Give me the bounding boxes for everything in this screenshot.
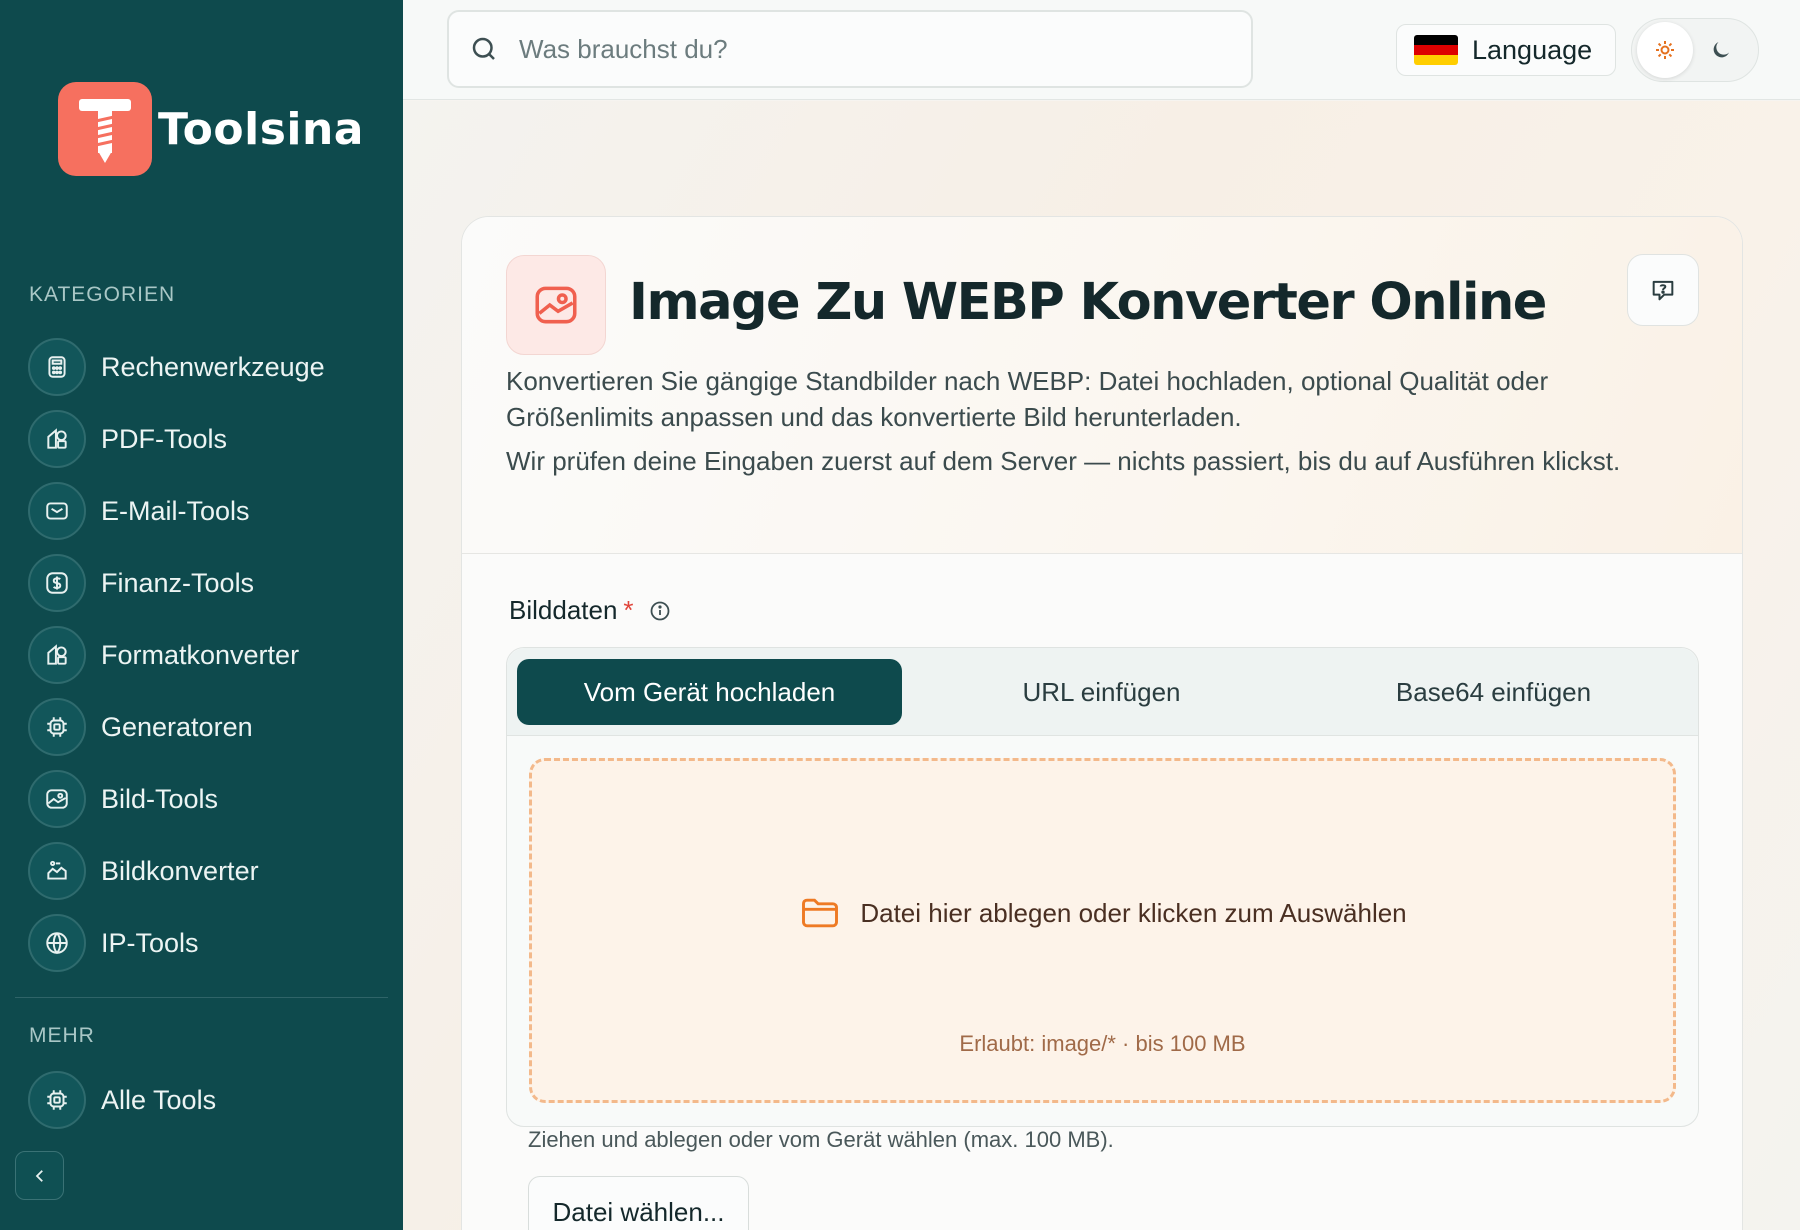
moon-icon bbox=[1713, 42, 1729, 58]
more-nav: Alle Tools bbox=[28, 1064, 388, 1136]
tool-header: Image Zu WEBP Konverter Online Konvertie… bbox=[462, 217, 1742, 554]
sidebar-item-bild-tools[interactable]: Bild-Tools bbox=[28, 763, 388, 835]
toolsina-logo-icon bbox=[58, 82, 152, 176]
input-source-panel: Vom Gerät hochladen URL einfügen Base64 … bbox=[506, 647, 1699, 1127]
image-icon bbox=[506, 255, 606, 355]
cpu-icon bbox=[28, 698, 86, 756]
dark-mode-button[interactable] bbox=[1693, 22, 1749, 78]
language-label: Language bbox=[1472, 34, 1593, 65]
shapes-icon bbox=[28, 410, 86, 468]
sun-icon bbox=[1656, 41, 1674, 59]
dollar-icon bbox=[28, 554, 86, 612]
server-note: Wir prüfen deine Eingaben zuerst auf dem… bbox=[506, 446, 1621, 476]
search-icon bbox=[472, 37, 495, 60]
sidebar-item-rechenwerkzeuge[interactable]: Rechenwerkzeuge bbox=[28, 331, 388, 403]
sidebar-item-label: PDF-Tools bbox=[101, 423, 228, 454]
shapes-icon bbox=[28, 626, 86, 684]
sidebar-item-label: Alle Tools bbox=[101, 1084, 217, 1115]
brand-name: Toolsina bbox=[158, 103, 364, 155]
globe-icon bbox=[28, 914, 86, 972]
file-dropzone[interactable]: Datei hier ablegen oder klicken zum Ausw… bbox=[529, 758, 1676, 1103]
search-box[interactable] bbox=[447, 10, 1253, 88]
sidebar-item-label: Formatkonverter bbox=[101, 639, 300, 670]
sidebar-item-alle-tools[interactable]: Alle Tools bbox=[28, 1064, 388, 1136]
dropzone-allowed: Erlaubt: image/* · bis 100 MB bbox=[959, 1031, 1246, 1056]
categories-heading: KATEGORIEN bbox=[29, 283, 176, 306]
sidebar-item-label: Bildkonverter bbox=[101, 855, 259, 886]
sidebar-item-bildkonverter[interactable]: Bildkonverter bbox=[28, 835, 388, 907]
sidebar-item-ip-tools[interactable]: IP-Tools bbox=[28, 907, 388, 979]
german-flag-icon bbox=[1414, 35, 1458, 65]
top-bar: Language bbox=[403, 0, 1800, 100]
dropzone-text: Datei hier ablegen oder klicken zum Ausw… bbox=[860, 897, 1407, 928]
tool-card: Image Zu WEBP Konverter Online Konvertie… bbox=[461, 216, 1743, 1230]
required-marker: * bbox=[623, 595, 634, 625]
sidebar-item-label: IP-Tools bbox=[101, 927, 199, 958]
input-source-tabs: Vom Gerät hochladen URL einfügen Base64 … bbox=[507, 648, 1698, 736]
sidebar-item-formatkonverter[interactable]: Formatkonverter bbox=[28, 619, 388, 691]
image-convert-icon bbox=[28, 842, 86, 900]
tool-description: Konvertieren Sie gängige Standbilder nac… bbox=[506, 366, 1549, 432]
sidebar-item-label: Rechenwerkzeuge bbox=[101, 351, 325, 382]
sidebar-item-label: Finanz-Tools bbox=[101, 567, 255, 598]
sidebar-item-e-mail-tools[interactable]: E-Mail-Tools bbox=[28, 475, 388, 547]
sidebar-item-label: Bild-Tools bbox=[101, 783, 219, 814]
tab-upload-from-device[interactable]: Vom Gerät hochladen bbox=[517, 659, 902, 725]
sidebar-divider bbox=[15, 997, 388, 998]
more-heading: MEHR bbox=[29, 1024, 95, 1047]
sidebar-item-label: E-Mail-Tools bbox=[101, 495, 250, 526]
sidebar: Toolsina KATEGORIEN Rechenwerkzeuge PDF-… bbox=[0, 0, 403, 1230]
collapse-sidebar-button[interactable] bbox=[15, 1151, 64, 1200]
field-label: Bilddaten * bbox=[509, 595, 672, 626]
theme-toggle[interactable] bbox=[1631, 18, 1759, 82]
sidebar-item-pdf-tools[interactable]: PDF-Tools bbox=[28, 403, 388, 475]
tab-paste-base64[interactable]: Base64 einfügen bbox=[1301, 659, 1686, 725]
calculator-icon bbox=[28, 338, 86, 396]
language-button[interactable]: Language bbox=[1396, 24, 1616, 76]
cpu-icon bbox=[28, 1071, 86, 1129]
sidebar-item-label: Generatoren bbox=[101, 711, 253, 742]
folder-icon bbox=[802, 898, 839, 928]
light-mode-button[interactable] bbox=[1637, 22, 1693, 78]
tab-paste-url[interactable]: URL einfügen bbox=[909, 659, 1294, 725]
dropzone-prompt: Datei hier ablegen oder klicken zum Ausw… bbox=[532, 891, 1673, 935]
mail-icon bbox=[28, 482, 86, 540]
page-title: Image Zu WEBP Konverter Online bbox=[629, 273, 1547, 332]
help-button[interactable] bbox=[1627, 254, 1699, 326]
upload-hint: Ziehen und ablegen oder vom Gerät wählen… bbox=[528, 1127, 1114, 1152]
sidebar-item-generatoren[interactable]: Generatoren bbox=[28, 691, 388, 763]
search-input[interactable] bbox=[519, 33, 1219, 65]
field-label-text: Bilddaten bbox=[509, 595, 618, 625]
image-icon bbox=[28, 770, 86, 828]
chevron-left-icon bbox=[35, 1169, 43, 1182]
choose-file-button[interactable]: Datei wählen... bbox=[528, 1176, 749, 1230]
category-nav: Rechenwerkzeuge PDF-Tools E-Mail-Tools F… bbox=[28, 331, 388, 979]
brand-logo[interactable]: Toolsina bbox=[58, 82, 364, 176]
sidebar-item-finanz-tools[interactable]: Finanz-Tools bbox=[28, 547, 388, 619]
help-chat-icon bbox=[1652, 280, 1674, 301]
info-icon[interactable] bbox=[648, 599, 672, 623]
